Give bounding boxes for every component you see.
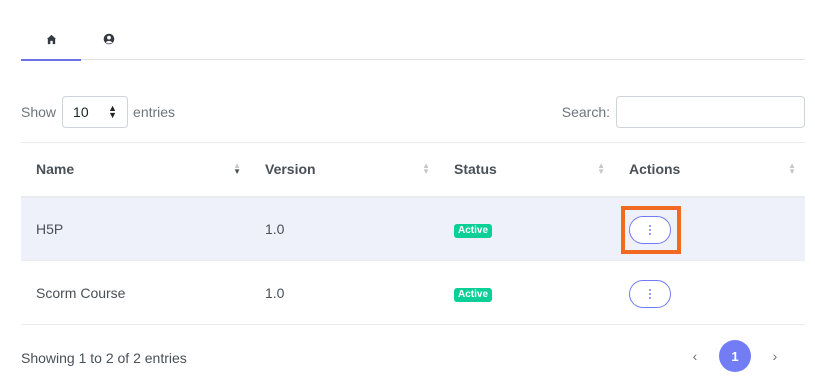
- next-page-button[interactable]: ›: [759, 340, 791, 372]
- status-badge: Active: [454, 287, 493, 302]
- previous-page-button[interactable]: ‹: [679, 340, 711, 372]
- page-length-select[interactable]: 10 ▲ ▼: [62, 96, 129, 128]
- tab-home[interactable]: [21, 18, 81, 61]
- table-row: H5P 1.0 Active: [21, 196, 805, 261]
- search-control: Search:: [562, 96, 805, 128]
- cell-version: 1.0: [265, 284, 285, 301]
- column-header-name[interactable]: Name ▲ ▼: [21, 143, 250, 197]
- status-badge: Active: [454, 223, 493, 238]
- table-header-row: Name ▲ ▼ Version ▲ ▼ Status ▲ ▼ Actions ▲ ▼: [21, 142, 805, 197]
- nav-tabs: [21, 18, 805, 61]
- more-vertical-icon: [649, 288, 651, 299]
- cell-actions: [614, 197, 805, 261]
- home-icon: [46, 34, 56, 44]
- cell-name: Scorm Course: [36, 284, 126, 301]
- page-length-control: Show 10 ▲ ▼ entries: [21, 96, 175, 128]
- cell-status: Active: [439, 197, 614, 261]
- search-label: Search:: [561, 104, 610, 120]
- row-actions-button[interactable]: [629, 279, 671, 308]
- show-label: Show: [21, 104, 57, 120]
- pagination: ‹ 1 ›: [675, 340, 795, 372]
- column-header-actions[interactable]: Actions ▲ ▼: [614, 143, 805, 197]
- sort-icon: ▲ ▼: [788, 161, 796, 177]
- sort-icon: ▲ ▼: [422, 161, 430, 177]
- table-info: Showing 1 to 2 of 2 entries: [21, 350, 187, 366]
- tab-profile[interactable]: [81, 18, 137, 60]
- user-circle-icon: [103, 33, 115, 45]
- column-header-version[interactable]: Version ▲ ▼: [250, 143, 439, 197]
- cell-status: Active: [439, 261, 614, 325]
- search-input[interactable]: [616, 96, 805, 128]
- entries-table: Name ▲ ▼ Version ▲ ▼ Status ▲ ▼ Actions ▲ ▼ …: [21, 142, 805, 325]
- cell-version: 1.0: [265, 220, 285, 237]
- table-row: Scorm Course 1.0 Active: [21, 261, 805, 325]
- more-vertical-icon: [649, 224, 651, 235]
- column-header-status[interactable]: Status ▲ ▼: [439, 143, 614, 197]
- sort-icon: ▲ ▼: [597, 161, 605, 177]
- sort-icon: ▲ ▼: [233, 161, 241, 177]
- page-button-1[interactable]: 1: [719, 340, 751, 372]
- row-actions-button[interactable]: [629, 215, 671, 244]
- select-arrows-icon: ▲ ▼: [108, 103, 118, 120]
- page-length-value: 10: [73, 104, 89, 120]
- cell-name: H5P: [36, 220, 64, 237]
- cell-actions: [614, 261, 805, 325]
- entries-label: entries: [133, 104, 176, 120]
